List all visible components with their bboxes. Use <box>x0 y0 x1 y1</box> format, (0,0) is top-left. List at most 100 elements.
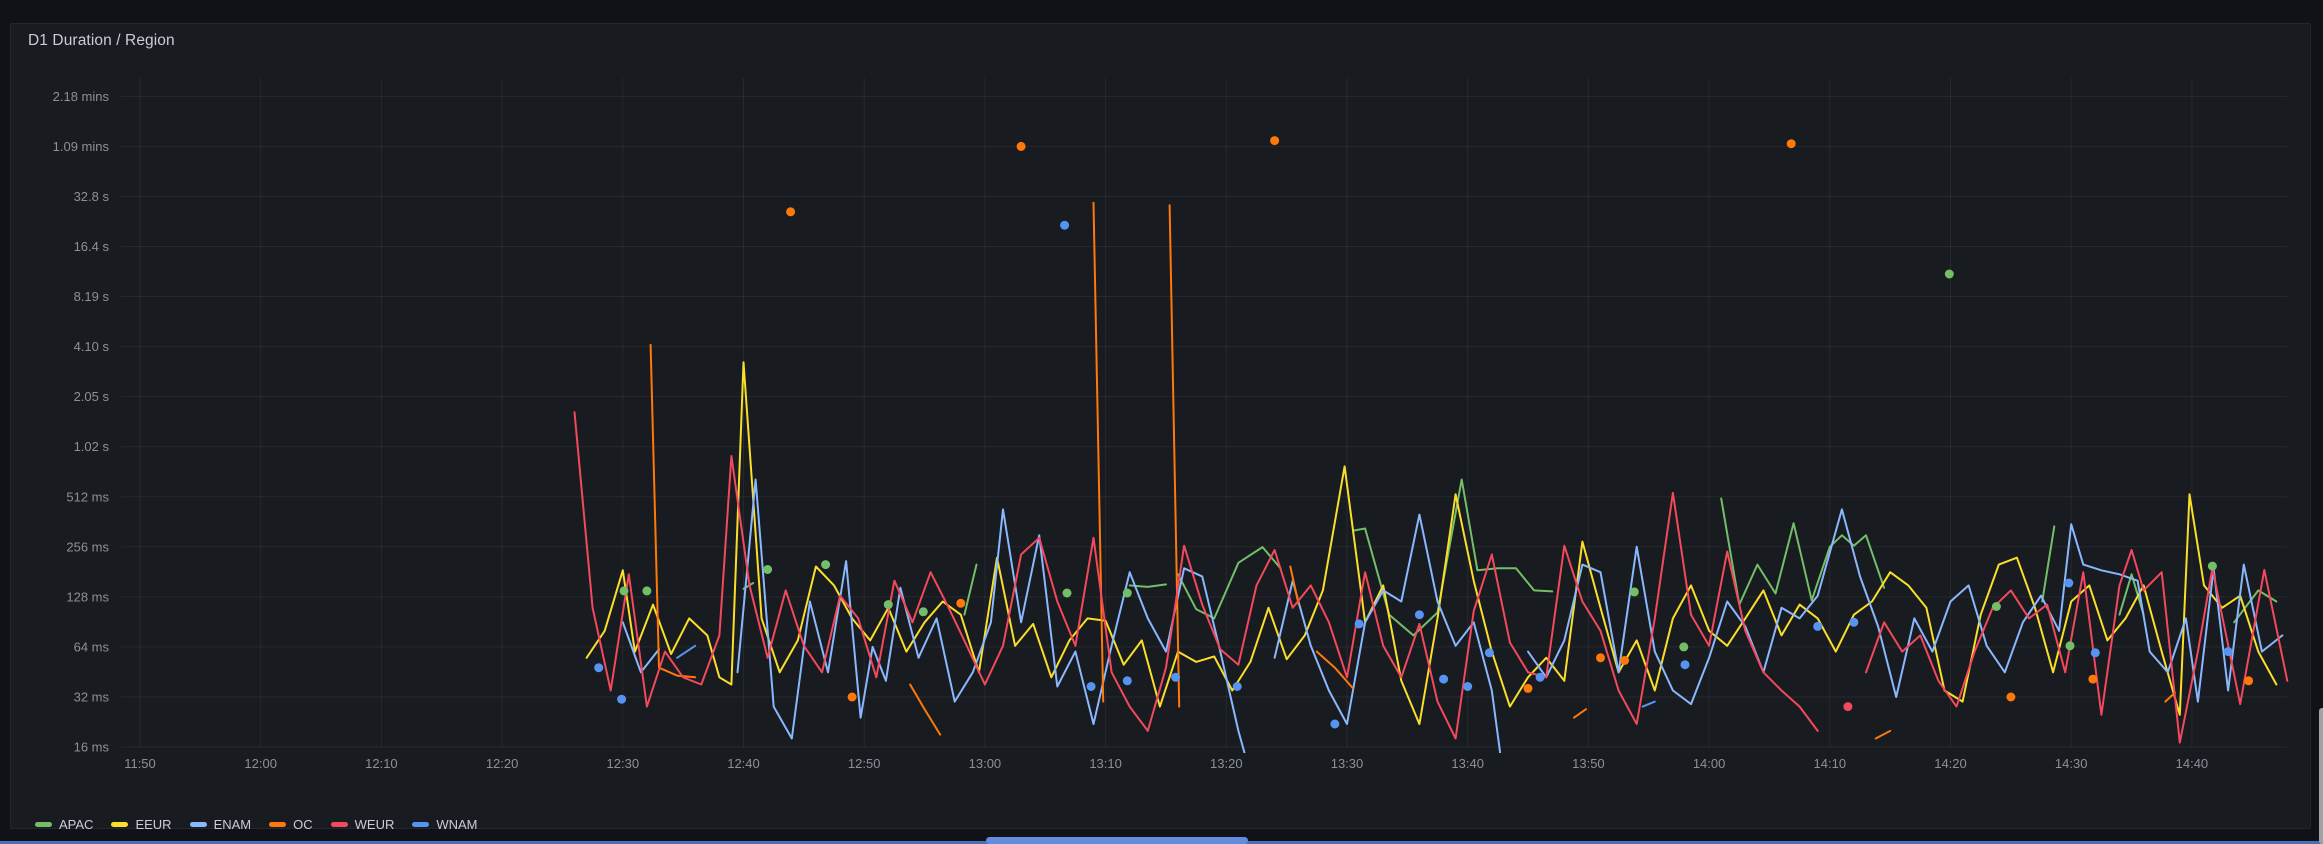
series-line <box>1092 201 1105 703</box>
legend-item-eeur[interactable]: EEUR <box>111 817 172 832</box>
data-point <box>2207 561 2217 571</box>
data-point <box>1086 682 1096 691</box>
series-line <box>1572 708 1587 719</box>
y-tick-label: 32 ms <box>74 689 110 704</box>
data-point <box>2088 674 2098 684</box>
series-eeur <box>585 361 2278 725</box>
horizontal-scrollbar-thumb[interactable] <box>986 837 1248 844</box>
series-points-apac <box>619 269 2217 652</box>
grid-lines <box>121 78 2287 748</box>
data-point <box>1680 660 1690 670</box>
series-line <box>649 343 697 679</box>
data-point <box>1813 621 1823 631</box>
x-axis-labels: 11:50 12:00 12:10 12:20 12:30 12:40 12:50 13:00… <box>124 756 2208 771</box>
data-point <box>1439 674 1449 684</box>
y-tick-label: 512 ms <box>66 489 109 504</box>
y-tick-label: 2.05 s <box>74 389 110 404</box>
data-point <box>1062 588 1072 598</box>
legend-swatch-weur <box>330 822 348 827</box>
legend-swatch-wnam <box>412 822 430 827</box>
y-axis-labels: 2.18 mins 1.09 mins 32.8 s 16.4 s 8.19 s 4.10… <box>53 89 110 755</box>
legend-item-enam[interactable]: ENAM <box>189 817 252 832</box>
data-point <box>2006 692 2016 702</box>
legend-item-weur[interactable]: WEUR <box>330 817 395 832</box>
data-point <box>1232 682 1242 691</box>
data-point <box>1843 702 1853 712</box>
data-point <box>956 598 966 608</box>
series-apac <box>742 478 2278 637</box>
x-tick-label: 13:50 <box>1572 756 1605 771</box>
series-line <box>585 361 2278 725</box>
duration-region-chart[interactable]: 2.18 mins 1.09 mins 32.8 s 16.4 s 8.19 s 4.10… <box>11 24 2312 828</box>
data-point <box>1060 220 1070 230</box>
data-point <box>1679 642 1689 652</box>
legend-swatch-oc <box>269 822 287 827</box>
data-point <box>1122 588 1132 598</box>
data-point <box>1523 683 1533 693</box>
data-point <box>1620 656 1630 665</box>
series-line <box>736 478 1246 753</box>
data-point <box>821 560 831 570</box>
data-point <box>1122 676 1132 686</box>
series-weur <box>573 411 2289 744</box>
data-point <box>2223 647 2233 657</box>
legend-label: WEUR <box>354 817 395 832</box>
series-line <box>1720 497 1886 606</box>
chart-legend: APAC EEUR ENAM OC WEUR WNAM <box>35 817 478 832</box>
data-point <box>1629 587 1639 597</box>
x-tick-label: 14:20 <box>1934 756 1967 771</box>
series-line <box>2041 525 2056 603</box>
data-point <box>1596 653 1605 663</box>
data-point <box>918 607 928 617</box>
legend-label: EEUR <box>135 817 172 832</box>
x-tick-label: 12:10 <box>365 756 398 771</box>
data-point <box>1270 136 1280 146</box>
x-tick-label: 12:40 <box>727 756 760 771</box>
legend-item-apac[interactable]: APAC <box>35 817 93 832</box>
x-tick-label: 12:50 <box>848 756 881 771</box>
y-tick-label: 32.8 s <box>74 189 110 204</box>
data-point <box>642 586 652 596</box>
data-point <box>1171 672 1181 682</box>
data-point <box>1535 672 1545 682</box>
legend-swatch-eeur <box>111 822 129 827</box>
x-tick-label: 14:10 <box>1814 756 1847 771</box>
legend-label: ENAM <box>213 817 252 832</box>
series-line <box>963 563 978 616</box>
y-tick-label: 16 ms <box>74 740 110 755</box>
data-point <box>2244 676 2254 686</box>
y-tick-label: 64 ms <box>74 639 110 654</box>
data-point <box>1786 139 1796 149</box>
x-tick-label: 12:00 <box>244 756 277 771</box>
y-tick-label: 128 ms <box>66 589 109 604</box>
series-line <box>676 644 697 659</box>
data-point <box>883 600 893 610</box>
y-tick-label: 2.18 mins <box>53 89 110 104</box>
data-point <box>786 207 796 217</box>
series-line <box>909 683 942 736</box>
series-line <box>1177 546 1282 620</box>
data-point <box>1330 719 1340 729</box>
legend-item-oc[interactable]: OC <box>269 817 313 832</box>
legend-label: WNAM <box>436 817 478 832</box>
series-line <box>1641 700 1656 708</box>
data-point <box>1354 619 1364 629</box>
y-tick-label: 256 ms <box>66 539 109 554</box>
y-tick-label: 1.02 s <box>74 439 110 454</box>
y-tick-label: 1.09 mins <box>53 139 110 154</box>
vertical-scrollbar-thumb[interactable] <box>2319 708 2323 844</box>
series-points-weur <box>1843 702 1853 712</box>
series-line <box>1874 729 1892 740</box>
x-tick-label: 14:40 <box>2176 756 2209 771</box>
y-tick-label: 8.19 s <box>74 289 110 304</box>
legend-item-wnam[interactable]: WNAM <box>412 817 478 832</box>
series-line <box>1352 478 1554 637</box>
data-point <box>847 692 857 702</box>
data-point <box>2064 578 2074 588</box>
data-point <box>1484 648 1494 658</box>
x-tick-label: 13:00 <box>969 756 1002 771</box>
data-point <box>617 694 627 704</box>
x-tick-label: 13:10 <box>1089 756 1122 771</box>
x-tick-label: 13:20 <box>1210 756 1243 771</box>
legend-label: APAC <box>59 817 94 832</box>
